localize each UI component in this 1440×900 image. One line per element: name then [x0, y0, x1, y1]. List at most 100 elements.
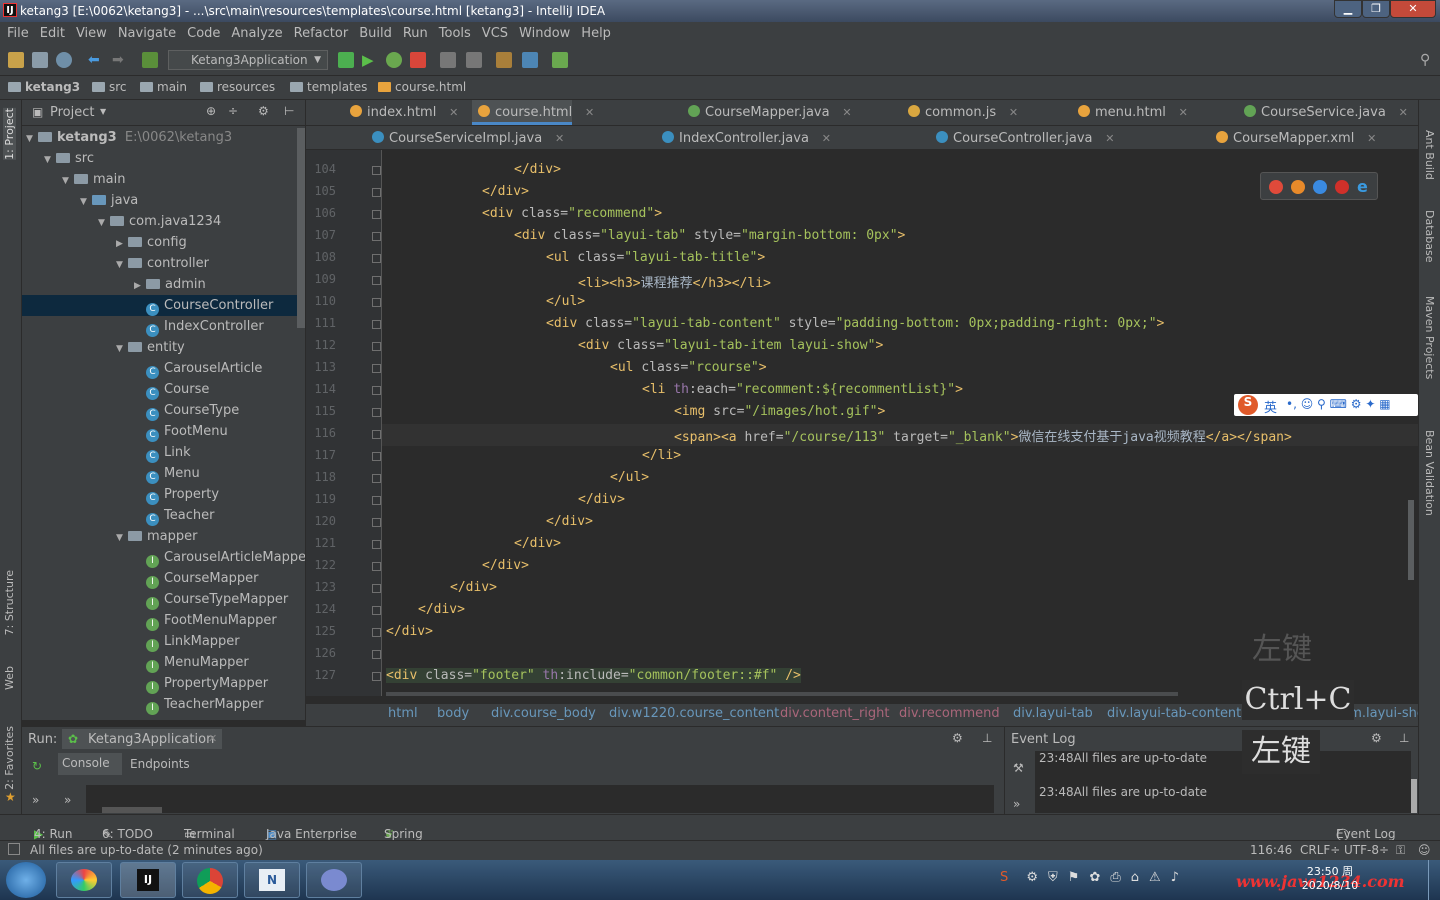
build-icon[interactable]: [142, 52, 158, 68]
code-line[interactable]: </div>: [482, 558, 529, 573]
tree-node-root[interactable]: ▼ ketang3 E:\0062\ketang3: [22, 127, 305, 148]
open-icon[interactable]: [8, 52, 24, 68]
menu-help[interactable]: Help: [581, 26, 611, 41]
tree-node-com.java1234[interactable]: ▼ com.java1234: [22, 211, 305, 232]
breadcrumb-item[interactable]: body: [437, 706, 469, 721]
save-icon[interactable]: [32, 52, 48, 68]
lock-icon[interactable]: ⚿: [1396, 843, 1405, 858]
maximize-button[interactable]: ❐: [1362, 0, 1390, 18]
tree-node-link[interactable]: C Link: [22, 442, 305, 463]
menu-build[interactable]: Build: [359, 26, 392, 41]
vertical-scrollbar[interactable]: [1408, 500, 1414, 580]
menu-vcs[interactable]: VCS: [482, 26, 508, 41]
code-editor[interactable]: 104 105 106 107 108 109 110 111 112 113 114 115 116 1…: [306, 150, 1418, 696]
fold-marker-icon[interactable]: [372, 364, 381, 373]
sdk-icon[interactable]: [552, 52, 568, 68]
rerun-icon[interactable]: ↻: [32, 759, 42, 773]
fold-marker-icon[interactable]: [372, 562, 381, 571]
show-desktop-button[interactable]: [1428, 860, 1440, 900]
close-icon[interactable]: ✕: [208, 732, 217, 745]
fold-marker-icon[interactable]: [372, 188, 381, 197]
gear-icon[interactable]: ⚙: [1371, 731, 1382, 745]
tree-node-src[interactable]: ▼ src: [22, 148, 305, 169]
tree-node-menu[interactable]: C Menu: [22, 463, 305, 484]
fold-marker-icon[interactable]: [372, 496, 381, 505]
hide-icon[interactable]: ⊥: [982, 731, 992, 745]
close-tab-icon[interactable]: ✕: [449, 100, 458, 126]
close-tab-icon[interactable]: ✕: [822, 126, 831, 152]
editor-tab-common-js[interactable]: common.js ✕: [902, 100, 1018, 125]
gear-icon[interactable]: ⚙: [952, 731, 963, 745]
more-icon[interactable]: »: [1013, 797, 1020, 811]
fold-marker-icon[interactable]: [372, 452, 381, 461]
close-tab-icon[interactable]: ✕: [585, 100, 594, 126]
code-line[interactable]: <ul class="rcourse">: [610, 360, 767, 375]
code-line[interactable]: <div class="layui-tab-content" style="pa…: [546, 316, 1164, 331]
editor-tab-coursemapper-java[interactable]: CourseMapper.java ✕: [682, 100, 852, 125]
menu-window[interactable]: Window: [519, 26, 570, 41]
ant-build-tab[interactable]: Ant Build: [1423, 130, 1436, 180]
close-tab-icon[interactable]: ✕: [555, 126, 564, 152]
structure-tool-tab[interactable]: 7: Structure: [3, 570, 16, 635]
fold-marker-icon[interactable]: [372, 672, 381, 681]
gear-icon[interactable]: ⚙: [258, 104, 269, 118]
project-tool-tab[interactable]: 1: Project: [3, 108, 16, 160]
nav-file[interactable]: course.html: [378, 80, 466, 94]
sogou-tray-icon[interactable]: S: [1000, 870, 1008, 885]
profile-icon[interactable]: [466, 52, 482, 68]
collapse-all-icon[interactable]: ÷: [228, 104, 238, 118]
endpoints-tab[interactable]: Endpoints: [130, 757, 190, 771]
tray-icons[interactable]: ⚙⛨⚑✿⎙⌂⚠♪: [1026, 870, 1189, 885]
fold-marker-icon[interactable]: [372, 650, 381, 659]
taskbar-app-eclipse[interactable]: [306, 862, 362, 898]
clock[interactable]: 23:50 周 2020/8/10: [1298, 863, 1362, 892]
nav-src[interactable]: src: [92, 80, 127, 94]
settings-icon[interactable]: [522, 52, 538, 68]
caret-position[interactable]: 116:46: [1250, 843, 1292, 857]
editor-tab-coursemapper-xml[interactable]: CourseMapper.xml ✕: [1210, 126, 1376, 149]
tree-node-mapper[interactable]: ▼ mapper: [22, 526, 305, 547]
web-tool-tab[interactable]: Web: [3, 666, 16, 690]
tree-node-coursetype[interactable]: C CourseType: [22, 400, 305, 421]
code-line[interactable]: </div>: [514, 536, 561, 551]
tree-node-admin[interactable]: ▶ admin: [22, 274, 305, 295]
code-line[interactable]: <div class="layui-tab" style="margin-bot…: [514, 228, 905, 243]
close-tab-icon[interactable]: ✕: [1105, 126, 1114, 152]
favorites-tool-tab[interactable]: 2: Favorites: [3, 726, 16, 790]
close-tab-icon[interactable]: ✕: [1367, 126, 1376, 152]
menu-tools[interactable]: Tools: [439, 26, 471, 41]
nav-main[interactable]: main: [140, 80, 187, 94]
more-icon[interactable]: »: [64, 793, 71, 807]
editor-tab-course-html[interactable]: course.html ✕: [472, 100, 594, 125]
hide-icon[interactable]: ⊥: [1399, 731, 1409, 745]
fold-marker-icon[interactable]: [372, 276, 381, 285]
sogou-icon[interactable]: S: [1238, 395, 1258, 415]
code-line[interactable]: </div>: [418, 602, 465, 617]
fold-marker-icon[interactable]: [372, 254, 381, 263]
fold-marker-icon[interactable]: [372, 606, 381, 615]
close-tab-icon[interactable]: ✕: [1009, 100, 1018, 126]
start-button[interactable]: [6, 862, 46, 898]
nav-templates[interactable]: templates: [290, 80, 367, 94]
bean-validation-tab[interactable]: Bean Validation: [1423, 430, 1436, 516]
tree-node-carouselarticle[interactable]: C CarouselArticle: [22, 358, 305, 379]
menu-file[interactable]: File: [7, 26, 29, 41]
coverage-icon[interactable]: [440, 52, 456, 68]
taskbar-app-picasa[interactable]: [56, 862, 112, 898]
code-line[interactable]: <div class="layui-tab-item layui-show">: [578, 338, 883, 353]
chrome-icon[interactable]: [1269, 180, 1283, 194]
code-line[interactable]: <div class="recommend">: [482, 206, 662, 221]
menu-navigate[interactable]: Navigate: [118, 26, 176, 41]
tree-node-coursemapper[interactable]: I CourseMapper: [22, 568, 305, 589]
nav-resources[interactable]: resources: [200, 80, 275, 94]
tree-node-teacher[interactable]: C Teacher: [22, 505, 305, 526]
tree-node-carouselarticlemapper[interactable]: I CarouselArticleMapper: [22, 547, 305, 568]
taskbar-app-navicat[interactable]: N: [244, 862, 300, 898]
code-line[interactable]: <img src="/images/hot.gif">: [674, 404, 885, 419]
inspector-icon[interactable]: ☺: [1418, 843, 1431, 857]
tree-node-linkmapper[interactable]: I LinkMapper: [22, 631, 305, 652]
editor-tab-index-html[interactable]: index.html ✕: [344, 100, 458, 125]
close-window-button[interactable]: ✕: [1390, 0, 1436, 18]
code-line[interactable]: </div>: [482, 184, 529, 199]
editor-tab-courseservice-java[interactable]: CourseService.java ✕: [1238, 100, 1408, 125]
